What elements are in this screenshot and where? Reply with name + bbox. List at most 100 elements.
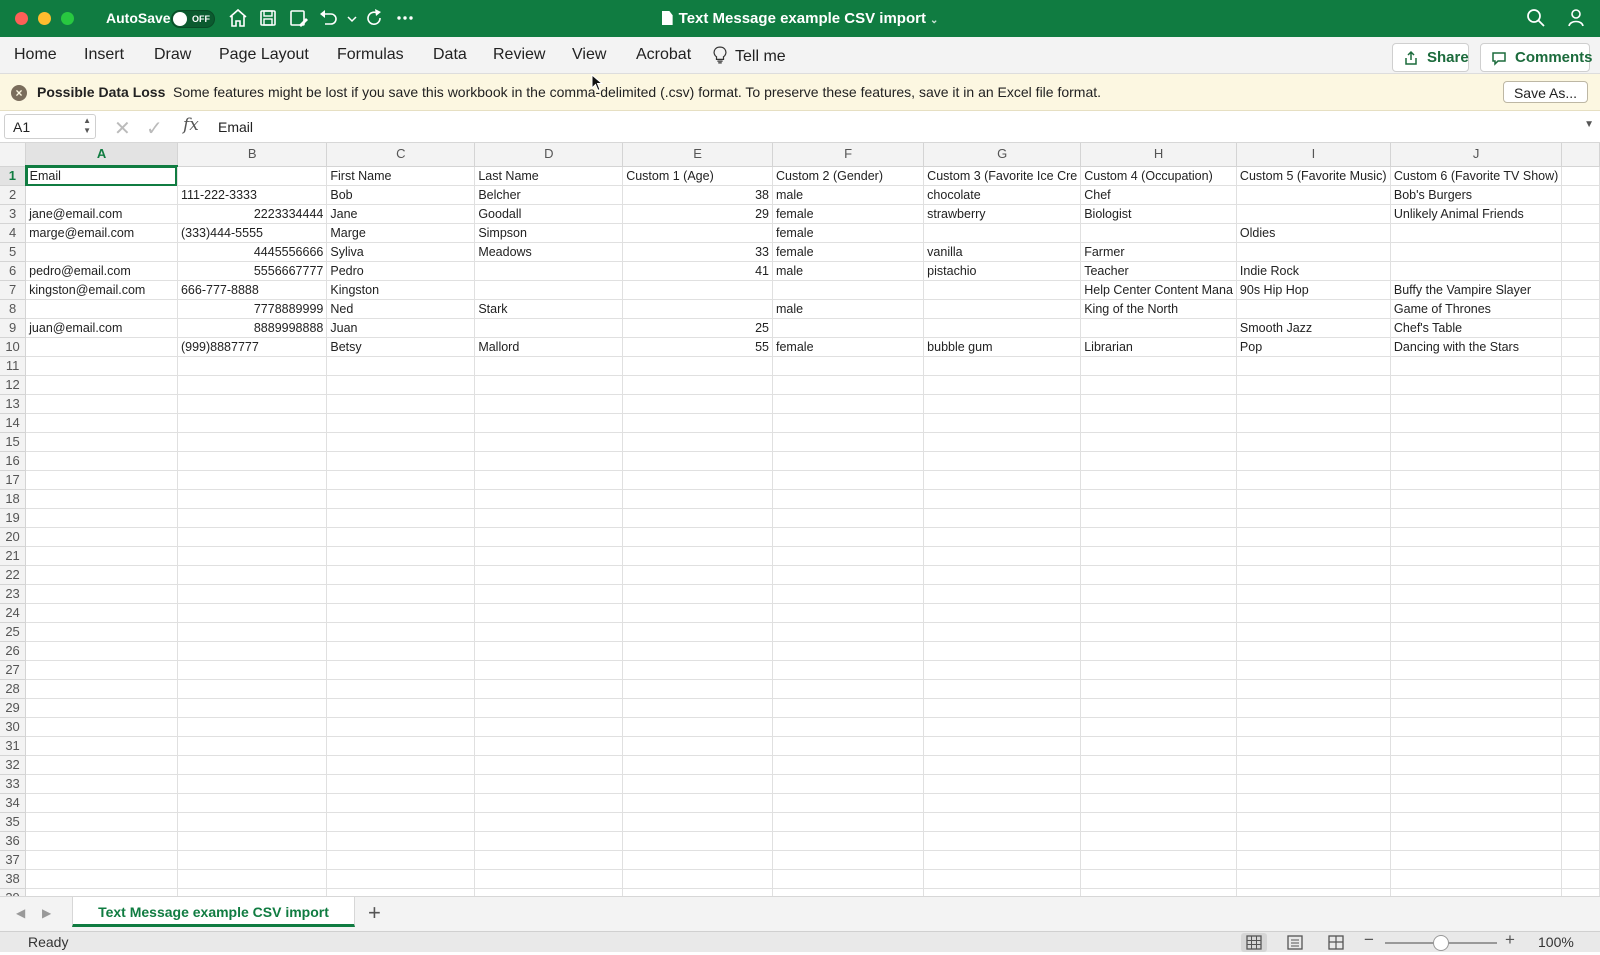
cell-e37[interactable]	[622, 850, 773, 870]
row-header[interactable]: 1	[0, 166, 27, 186]
cell-b24[interactable]	[177, 603, 328, 623]
cell-h22[interactable]	[1080, 565, 1237, 585]
cell-d38[interactable]	[474, 869, 624, 889]
cell-a36[interactable]	[25, 831, 178, 851]
cell-h2[interactable]: Chef	[1080, 185, 1237, 205]
cell-d16[interactable]	[474, 451, 624, 471]
cell-h31[interactable]	[1080, 736, 1237, 756]
cell-e12[interactable]	[622, 375, 773, 395]
cell-a31[interactable]	[25, 736, 178, 756]
cell-h35[interactable]	[1080, 812, 1237, 832]
cell-e17[interactable]	[622, 470, 773, 490]
cell-a18[interactable]	[25, 489, 178, 509]
cell-c11[interactable]	[326, 356, 476, 376]
cell-b31[interactable]	[177, 736, 328, 756]
cell-b25[interactable]	[177, 622, 328, 642]
normal-view-icon[interactable]	[1241, 933, 1267, 952]
name-box[interactable]: A1 ▲ ▼	[4, 114, 96, 139]
cell-j37[interactable]	[1390, 850, 1563, 870]
row-header[interactable]: 2	[0, 185, 27, 205]
cell-e5[interactable]: 33	[622, 242, 773, 262]
cell-e10[interactable]: 55	[622, 337, 773, 357]
cell-c33[interactable]	[326, 774, 476, 794]
row-header[interactable]: 26	[0, 641, 27, 661]
cell-h8[interactable]: King of the North	[1080, 299, 1237, 319]
cell-d35[interactable]	[474, 812, 624, 832]
cell-c38[interactable]	[326, 869, 476, 889]
formula-input[interactable]: Email	[218, 119, 253, 135]
cell-a26[interactable]	[25, 641, 178, 661]
cell-a23[interactable]	[25, 584, 178, 604]
cell-c25[interactable]	[326, 622, 476, 642]
row-header[interactable]: 19	[0, 508, 27, 528]
cell-g11[interactable]	[923, 356, 1082, 376]
row-header[interactable]: 3	[0, 204, 27, 224]
cell-f16[interactable]	[772, 451, 925, 471]
cell-e18[interactable]	[622, 489, 773, 509]
cell-h23[interactable]	[1080, 584, 1237, 604]
column-header-d[interactable]: D	[474, 143, 624, 167]
cell-c8[interactable]: Ned	[326, 299, 476, 319]
cell-i33[interactable]	[1236, 774, 1391, 794]
tab-insert[interactable]: Insert	[84, 46, 124, 64]
cell-a21[interactable]	[25, 546, 178, 566]
cell-f24[interactable]	[772, 603, 925, 623]
cell-b38[interactable]	[177, 869, 328, 889]
cell-h18[interactable]	[1080, 489, 1237, 509]
cell-a39[interactable]	[25, 888, 178, 896]
cell-d15[interactable]	[474, 432, 624, 452]
cell-h3[interactable]: Biologist	[1080, 204, 1237, 224]
cell-h13[interactable]	[1080, 394, 1237, 414]
cell-g2[interactable]: chocolate	[923, 185, 1082, 205]
tab-data[interactable]: Data	[433, 46, 467, 64]
row-header[interactable]: 18	[0, 489, 27, 509]
close-warning-icon[interactable]: ×	[11, 85, 27, 101]
cell-i5[interactable]	[1236, 242, 1391, 262]
row-header[interactable]: 27	[0, 660, 27, 680]
save-as-button[interactable]: Save As...	[1502, 81, 1588, 103]
cell-b12[interactable]	[177, 375, 328, 395]
cell-a11[interactable]	[25, 356, 178, 376]
tab-acrobat[interactable]: Acrobat	[636, 46, 691, 64]
cell-c21[interactable]	[326, 546, 476, 566]
cell-e26[interactable]	[622, 641, 773, 661]
cell-a22[interactable]	[25, 565, 178, 585]
cell-d30[interactable]	[474, 717, 624, 737]
cell-c12[interactable]	[326, 375, 476, 395]
tab-view[interactable]: View	[572, 46, 606, 64]
cell-h28[interactable]	[1080, 679, 1237, 699]
row-header[interactable]: 10	[0, 337, 27, 357]
cell-i30[interactable]	[1236, 717, 1391, 737]
cell-i16[interactable]	[1236, 451, 1391, 471]
cell-d19[interactable]	[474, 508, 624, 528]
cell-f1[interactable]: Custom 2 (Gender)	[772, 166, 925, 186]
scroll-tabs-left-icon[interactable]: ◀	[16, 906, 25, 920]
cell-e6[interactable]: 41	[622, 261, 773, 281]
cell-j8[interactable]: Game of Thrones	[1390, 299, 1563, 319]
worksheet-table[interactable]: ABCDEFGHIJ 1 Email First Name Last Name Cust…	[0, 143, 1600, 896]
cell-g27[interactable]	[923, 660, 1082, 680]
cell-f19[interactable]	[772, 508, 925, 528]
row-header[interactable]: 31	[0, 736, 27, 756]
cell-f35[interactable]	[772, 812, 925, 832]
cell-c29[interactable]	[326, 698, 476, 718]
cell-c22[interactable]	[326, 565, 476, 585]
cell-f34[interactable]	[772, 793, 925, 813]
cell-a12[interactable]	[25, 375, 178, 395]
cell-d32[interactable]	[474, 755, 624, 775]
cell-g8[interactable]	[923, 299, 1082, 319]
cell-f7[interactable]	[772, 280, 925, 300]
cell-b33[interactable]	[177, 774, 328, 794]
cell-d12[interactable]	[474, 375, 624, 395]
cell-j1[interactable]: Custom 6 (Favorite TV Show)	[1390, 166, 1563, 186]
cell-g4[interactable]	[923, 223, 1082, 243]
cell-f15[interactable]	[772, 432, 925, 452]
cell-a33[interactable]	[25, 774, 178, 794]
cell-b36[interactable]	[177, 831, 328, 851]
cell-i22[interactable]	[1236, 565, 1391, 585]
cell-g16[interactable]	[923, 451, 1082, 471]
row-header[interactable]: 13	[0, 394, 27, 414]
cell-b32[interactable]	[177, 755, 328, 775]
cell-j23[interactable]	[1390, 584, 1563, 604]
cell-f39[interactable]	[772, 888, 925, 896]
